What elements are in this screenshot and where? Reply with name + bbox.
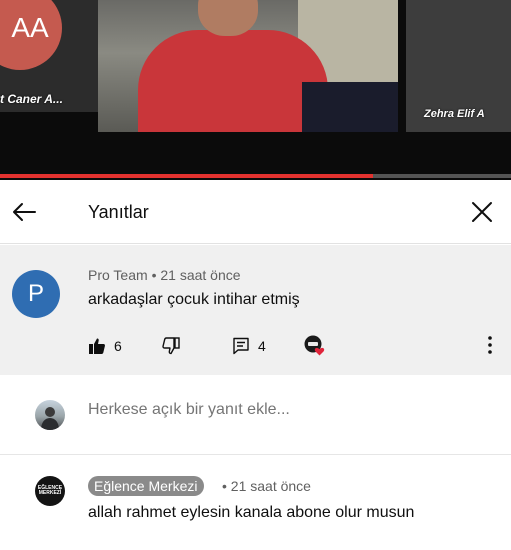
- author-name[interactable]: Pro Team: [88, 267, 148, 283]
- page-title: Yanıtlar: [88, 202, 149, 222]
- reply-meta: • 21 saat önce: [222, 478, 311, 494]
- close-button[interactable]: [466, 196, 498, 228]
- thumbs-down-icon: [162, 337, 180, 355]
- reply-comment: EĞLENCE MERKEZİ Eğlence Merkezi • 21 saa…: [0, 456, 511, 550]
- back-button[interactable]: [8, 196, 40, 228]
- avatar-letter: P: [27, 280, 44, 307]
- add-reply-row: [0, 375, 511, 455]
- author-chip[interactable]: Eğlence Merkezi: [88, 476, 204, 496]
- participant-tile-left: AA t Caner A...: [0, 0, 98, 112]
- video-player[interactable]: AA t Caner A... Zehra Elif A: [0, 0, 511, 180]
- parent-comment: P Pro Team • 21 saat önce arkadaşlar çoc…: [0, 245, 511, 375]
- reply-text: allah rahmet eylesin kanala abone olur m…: [88, 504, 415, 521]
- user-photo-icon: [41, 407, 59, 430]
- thumbs-up-icon: [89, 338, 105, 354]
- more-vertical-icon: [488, 336, 492, 354]
- censor-block: [302, 82, 398, 132]
- current-user-avatar: [35, 400, 65, 430]
- dislike-button[interactable]: [162, 337, 180, 355]
- participant-name-left: t Caner A...: [0, 92, 63, 106]
- author-avatar[interactable]: P: [12, 270, 60, 318]
- more-options-button[interactable]: [480, 333, 500, 357]
- reply-count: 4: [258, 338, 266, 354]
- replies-panel: Yanıtlar P Pro Team • 21 saat önce arkad…: [0, 180, 511, 550]
- comment-text: arkadaşlar çocuk intihar etmiş: [88, 291, 300, 308]
- reply-input[interactable]: [88, 401, 468, 419]
- participant-name-right: Zehra Elif A: [424, 108, 485, 120]
- participant-avatar: AA: [0, 0, 62, 70]
- comment-icon: [233, 337, 249, 355]
- meta-separator: •: [222, 478, 227, 494]
- reply-avatar-logo: EĞLENCE MERKEZİ: [37, 485, 63, 496]
- comment-meta: Pro Team • 21 saat önce: [88, 267, 241, 283]
- like-count: 6: [114, 338, 122, 354]
- reply-time: 21 saat önce: [230, 478, 311, 494]
- video-progress-fill: [0, 174, 374, 178]
- comment-time: 21 saat önce: [160, 267, 241, 283]
- arrow-left-icon: [13, 203, 36, 221]
- meta-separator: •: [151, 267, 157, 283]
- replies-header: Yanıtlar: [0, 180, 511, 244]
- reply-count-button[interactable]: 4: [232, 337, 266, 355]
- reply-author-avatar[interactable]: EĞLENCE MERKEZİ: [35, 476, 65, 506]
- close-icon: [472, 202, 492, 222]
- creator-heart-icon: [304, 335, 325, 356]
- video-progress-bar[interactable]: [0, 174, 511, 178]
- like-button[interactable]: 6: [88, 337, 122, 355]
- participant-initials: AA: [11, 12, 49, 43]
- participant-tile-right: Zehra Elif A: [406, 0, 511, 132]
- creator-heart: [304, 335, 326, 357]
- participant-tile-center: [98, 0, 398, 132]
- person-figure: [138, 30, 328, 132]
